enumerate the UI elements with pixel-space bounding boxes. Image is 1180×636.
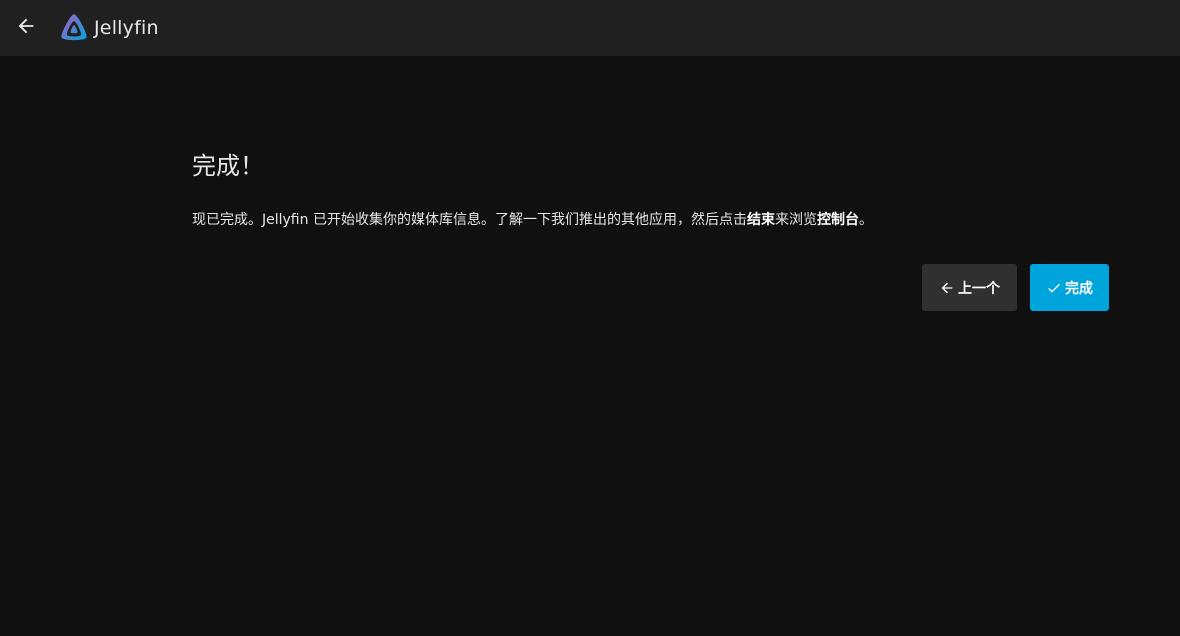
arrow-left-icon [18,18,34,34]
page-title: 完成！ [192,152,264,180]
jellyfin-logo-icon [61,14,87,41]
arrow-left-icon [939,280,955,296]
check-icon [1046,280,1062,296]
desc-text-2: 来浏览 [774,212,817,228]
finish-button-label: 完成 [1065,280,1093,297]
back-button[interactable] [8,8,44,44]
finish-button[interactable]: 完成 [1030,264,1109,311]
previous-button-label: 上一个 [958,280,1000,297]
finish-description: 现已完成。Jellyfin 已开始收集你的媒体库信息。了解一下我们推出的其他应用… [192,209,873,229]
app-name: Jellyfin [94,17,159,39]
desc-bold-dashboard: 控制台 [816,212,859,228]
app-header: Jellyfin [0,0,1180,56]
jellyfin-logo[interactable]: Jellyfin [58,12,159,44]
previous-button[interactable]: 上一个 [922,264,1017,311]
desc-bold-finish: 结束 [746,212,775,228]
desc-text-3: 。 [858,212,873,228]
desc-text-1: 现已完成。Jellyfin 已开始收集你的媒体库信息。了解一下我们推出的其他应用… [192,212,747,228]
